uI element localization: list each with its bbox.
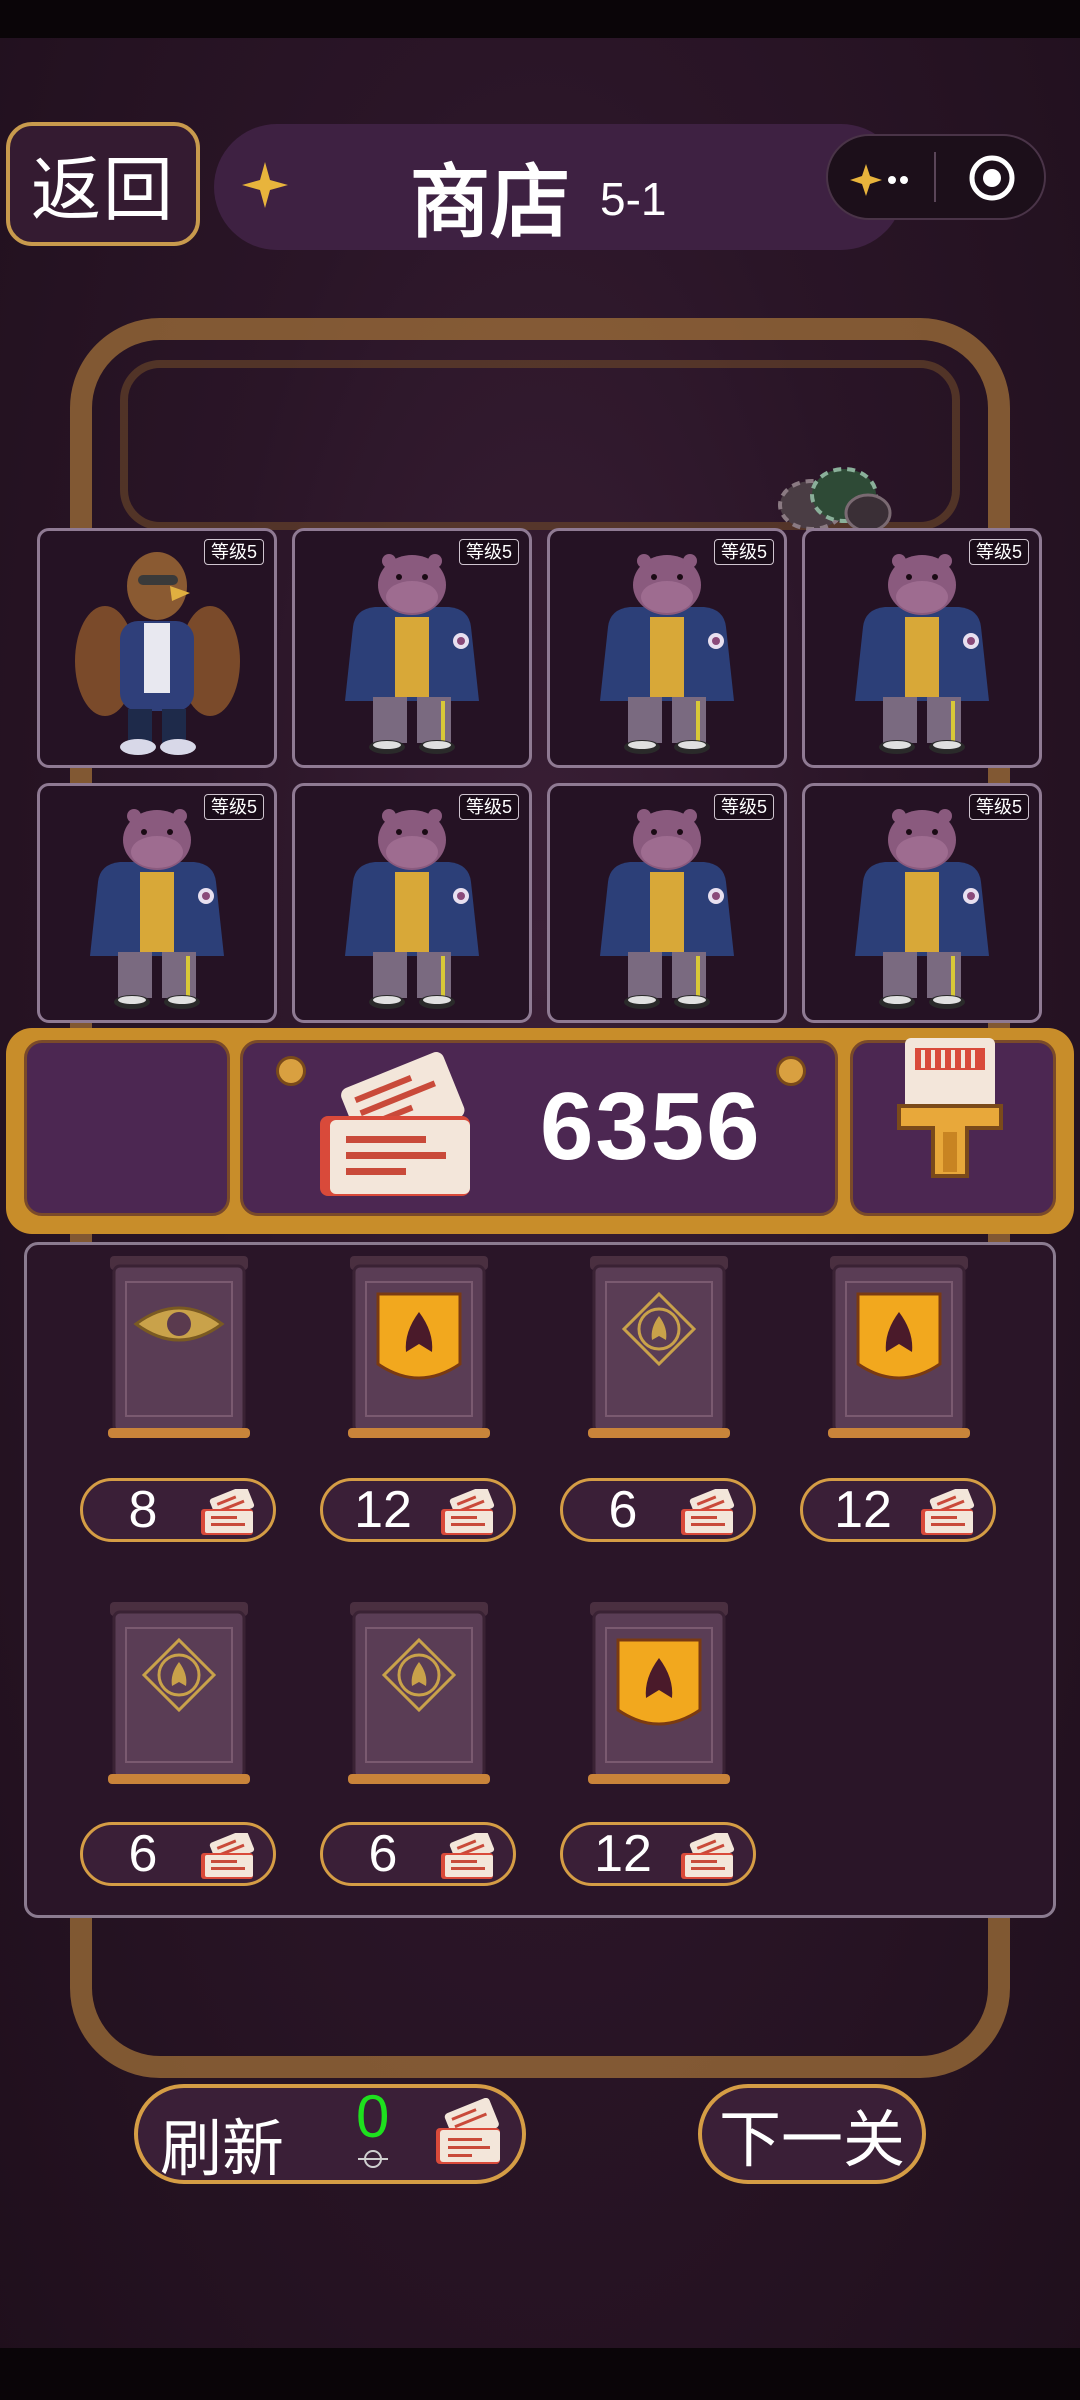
character-card[interactable]: 等级5 (547, 783, 787, 1023)
game-screen: 返回 商店 5-1 等级5 等级5 等级5 等级5 等级5 等级5 等级5 等级… (0, 0, 1080, 2400)
character-card[interactable]: 等级5 (802, 528, 1042, 768)
refresh-label: 刷新 (160, 2115, 285, 2184)
ticket-icon (681, 1489, 735, 1535)
character-level-badge: 等级5 (713, 539, 774, 565)
card-pack-image (108, 1602, 250, 1784)
rivet (276, 1056, 306, 1086)
shop-item-pack[interactable] (824, 1252, 974, 1452)
close-mini-program-icon[interactable] (966, 152, 1018, 204)
character-level-badge: 等级5 (203, 794, 264, 820)
bottom-bar (0, 2348, 1080, 2400)
next-level-button[interactable]: 下一关 (698, 2084, 926, 2184)
character-level-badge: 等级5 (458, 794, 519, 820)
character-card[interactable]: 等级5 (802, 783, 1042, 1023)
character-card[interactable]: 等级5 (547, 528, 787, 768)
buy-price-button[interactable]: 6 (80, 1822, 276, 1886)
capsule-divider (934, 152, 936, 202)
ticket-icon (320, 1052, 470, 1196)
card-pack-image (588, 1256, 730, 1438)
item-price: 12 (354, 1481, 412, 1539)
hippo-character-image (345, 554, 479, 754)
status-bar (0, 0, 1080, 38)
character-card[interactable]: 等级5 (37, 528, 277, 768)
hippo-character-image (855, 809, 989, 1009)
buy-price-button[interactable]: 12 (320, 1478, 516, 1542)
character-card[interactable]: 等级5 (292, 528, 532, 768)
item-price: 6 (608, 1481, 638, 1539)
hippo-character-image (855, 554, 989, 754)
back-button[interactable]: 返回 (6, 122, 200, 246)
ticket-icon (436, 2098, 500, 2164)
item-price: 12 (594, 1825, 652, 1883)
character-card[interactable]: 等级5 (37, 783, 277, 1023)
character-level-badge: 等级5 (458, 539, 519, 565)
shop-item-pack[interactable] (344, 1598, 494, 1798)
item-price: 6 (368, 1825, 398, 1883)
buy-price-button[interactable]: 6 (560, 1478, 756, 1542)
character-level-badge: 等级5 (713, 794, 774, 820)
ticket-icon (201, 1833, 255, 1879)
hippo-character-image (600, 809, 734, 1009)
ticket-icon (441, 1489, 495, 1535)
shop-item-pack[interactable] (104, 1598, 254, 1798)
ticket-machine-icon[interactable] (895, 1036, 1005, 1186)
item-price: 12 (834, 1481, 892, 1539)
rivet (776, 1056, 806, 1086)
character-card[interactable]: 等级5 (292, 783, 532, 1023)
card-pack-image (588, 1602, 730, 1784)
page-title: 商店 (410, 158, 570, 247)
refresh-cost-strike-icon (358, 2150, 388, 2168)
ticket-balance: 6356 (540, 1073, 762, 1180)
more-options-icon[interactable] (848, 158, 918, 202)
buy-price-button[interactable]: 12 (560, 1822, 756, 1886)
buy-price-button[interactable]: 8 (80, 1478, 276, 1542)
character-level-badge: 等级5 (968, 794, 1029, 820)
ticket-icon (441, 1833, 495, 1879)
ticket-icon (921, 1489, 975, 1535)
buy-price-button[interactable]: 12 (800, 1478, 996, 1542)
sparkle-icon (242, 162, 288, 208)
hippo-character-image (600, 554, 734, 754)
eagle-character-image (75, 552, 240, 755)
hippo-character-image (345, 809, 479, 1009)
currency-bar-left-slot (24, 1040, 230, 1216)
card-pack-image (828, 1256, 970, 1438)
buy-price-button[interactable]: 6 (320, 1822, 516, 1886)
shop-item-pack[interactable] (104, 1252, 254, 1452)
card-pack-image (348, 1256, 490, 1438)
shop-item-pack[interactable] (584, 1252, 734, 1452)
shop-item-pack[interactable] (584, 1598, 734, 1798)
card-pack-image (348, 1602, 490, 1784)
ticket-icon (681, 1833, 735, 1879)
item-price: 6 (128, 1825, 158, 1883)
ticket-icon (201, 1489, 255, 1535)
stage-level: 5-1 (600, 173, 667, 225)
item-price: 8 (128, 1481, 158, 1539)
refresh-cost: 0 (356, 2083, 390, 2150)
character-level-badge: 等级5 (968, 539, 1029, 565)
hippo-character-image (90, 809, 224, 1009)
character-level-badge: 等级5 (203, 539, 264, 565)
card-pack-image (108, 1256, 250, 1438)
shop-item-pack[interactable] (344, 1252, 494, 1452)
